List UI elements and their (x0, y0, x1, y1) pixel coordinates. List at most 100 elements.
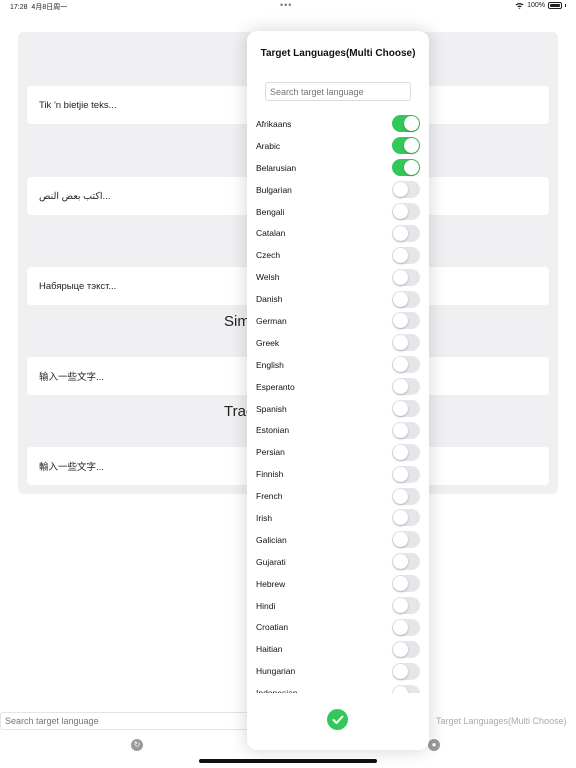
toggle-knob (393, 204, 408, 219)
language-toggle[interactable] (392, 421, 420, 439)
language-toggle[interactable] (392, 531, 420, 549)
language-toggle[interactable] (392, 159, 420, 177)
language-row-gujarati: Gujarati (247, 551, 429, 573)
language-label: Czech (256, 250, 281, 261)
language-row-greek: Greek (247, 332, 429, 354)
language-label: Hungarian (256, 666, 296, 677)
language-toggle[interactable] (392, 137, 420, 155)
toggle-knob (393, 422, 408, 438)
language-toggle[interactable] (392, 290, 420, 308)
language-label: Bengali (256, 206, 285, 217)
language-row-danish: Danish (247, 288, 429, 310)
toggle-knob (404, 138, 419, 154)
language-toggle[interactable] (392, 115, 420, 133)
toggle-knob (393, 225, 408, 241)
language-toggle[interactable] (392, 181, 420, 199)
language-label: Arabic (256, 140, 281, 151)
multitasking-dots-icon[interactable]: ••• (280, 0, 292, 10)
language-toggle[interactable] (392, 465, 420, 483)
language-toggle[interactable] (392, 443, 420, 461)
toggle-knob (393, 663, 408, 679)
confirm-button[interactable] (327, 709, 348, 730)
toggle-knob (393, 335, 408, 351)
language-toggle[interactable] (392, 684, 420, 693)
language-toggle[interactable] (392, 662, 420, 680)
toggle-knob (393, 182, 408, 198)
language-row-esperanto: Esperanto (247, 376, 429, 398)
toggle-knob (393, 554, 408, 570)
language-label: German (256, 315, 287, 326)
language-row-haitian: Haitian (247, 638, 429, 660)
language-label: Estonian (256, 425, 290, 436)
language-toggle[interactable] (392, 356, 420, 374)
language-label: Indonesian (256, 688, 298, 693)
toggle-knob (393, 576, 408, 592)
bottom-target-languages-label[interactable]: Target Languages(Multi Choose) (436, 716, 567, 726)
language-label: Afrikaans (256, 118, 292, 129)
language-row-bengali: Bengali (247, 201, 429, 223)
bottom-search-input[interactable] (0, 712, 250, 730)
wifi-icon (515, 3, 524, 9)
language-row-bulgarian: Bulgarian (247, 179, 429, 201)
language-label: Danish (256, 294, 283, 305)
language-toggle[interactable] (392, 400, 420, 418)
language-label: Esperanto (256, 381, 295, 392)
language-toggle[interactable] (392, 334, 420, 352)
language-list[interactable]: Afrikaans Arabic Belarusian Bulgarian Bengal… (247, 113, 429, 693)
language-toggle[interactable] (392, 224, 420, 242)
language-toggle[interactable] (392, 203, 420, 220)
language-toggle[interactable] (392, 618, 420, 636)
toggle-knob (393, 313, 408, 329)
language-toggle[interactable] (392, 575, 420, 593)
language-row-persian: Persian (247, 441, 429, 463)
language-toggle[interactable] (392, 268, 420, 286)
language-label: Spanish (256, 403, 287, 414)
language-label: Hindi (256, 600, 276, 611)
language-label: Croatian (256, 622, 289, 633)
language-label: English (256, 359, 284, 370)
language-toggle[interactable] (392, 246, 420, 264)
status-time: 17:28 4月8日周一 (10, 4, 68, 11)
language-row-belarusian: Belarusian (247, 157, 429, 179)
battery-icon (548, 2, 562, 9)
toggle-knob (393, 641, 408, 657)
language-row-french: French (247, 485, 429, 507)
toggle-knob (393, 444, 408, 460)
toggle-knob (393, 291, 408, 307)
language-search-input[interactable] (265, 82, 411, 101)
language-row-hindi: Hindi (247, 595, 429, 617)
language-row-arabic: Arabic (247, 135, 429, 157)
language-row-welsh: Welsh (247, 266, 429, 288)
language-row-afrikaans: Afrikaans (247, 113, 429, 135)
toggle-knob (393, 379, 408, 395)
language-row-irish: Irish (247, 507, 429, 529)
language-toggle[interactable] (392, 487, 420, 505)
person-icon[interactable]: ● (428, 739, 440, 751)
language-label: Greek (256, 337, 280, 348)
language-toggle[interactable] (392, 378, 420, 396)
toggle-knob (393, 510, 408, 526)
status-bar: 17:28 4月8日周一 ••• 100% (0, 0, 576, 14)
language-label: Bulgarian (256, 184, 292, 195)
checkmark-icon (332, 715, 343, 724)
language-toggle[interactable] (392, 312, 420, 330)
language-label: Hebrew (256, 578, 286, 589)
language-toggle[interactable] (392, 597, 420, 615)
toggle-knob (393, 619, 408, 635)
language-toggle[interactable] (392, 553, 420, 571)
language-row-finnish: Finnish (247, 463, 429, 485)
toggle-knob (393, 401, 408, 417)
language-toggle[interactable] (392, 640, 420, 658)
language-label: Belarusian (256, 162, 297, 173)
language-label: Finnish (256, 469, 284, 480)
refresh-icon[interactable]: ↻ (131, 739, 143, 751)
language-row-estonian: Estonian (247, 419, 429, 441)
toggle-knob (393, 357, 408, 373)
language-toggle[interactable] (392, 509, 420, 527)
language-label: Irish (256, 512, 273, 523)
language-row-german: German (247, 310, 429, 332)
home-indicator (199, 759, 377, 763)
toggle-knob (393, 532, 408, 548)
modal-title: Target Languages(Multi Choose) (260, 48, 416, 59)
language-row-spanish: Spanish (247, 398, 429, 420)
